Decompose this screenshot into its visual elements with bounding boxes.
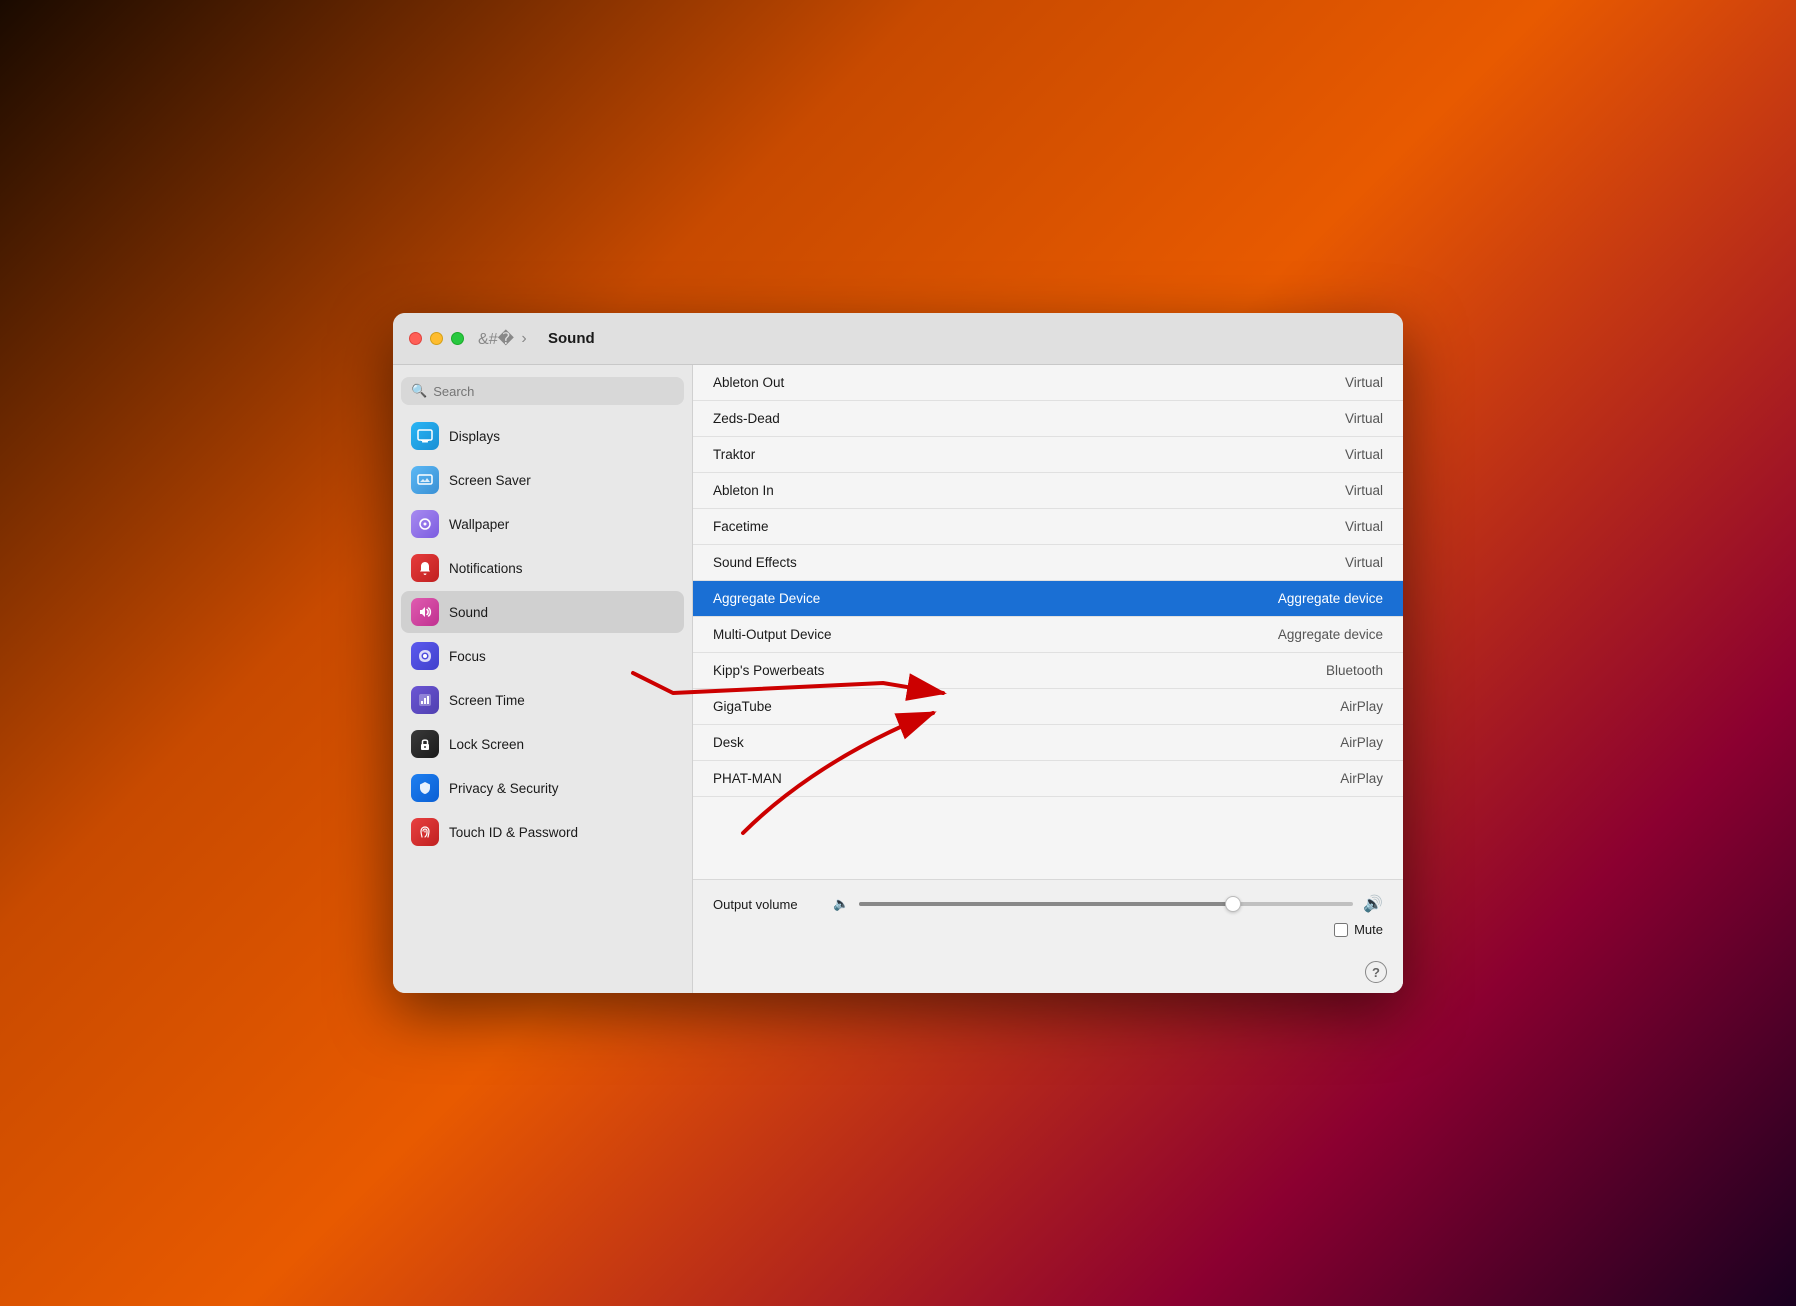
- device-row-gigatube[interactable]: GigaTube AirPlay: [693, 689, 1403, 725]
- volume-slider[interactable]: [859, 902, 1353, 906]
- screensaver-icon: [411, 466, 439, 494]
- volume-row: Output volume 🔈 🔊: [713, 894, 1383, 914]
- help-button[interactable]: ?: [1365, 961, 1387, 983]
- notifications-icon: [411, 554, 439, 582]
- device-type: Virtual: [1345, 555, 1383, 570]
- volume-high-icon: 🔊: [1363, 894, 1383, 914]
- search-icon: 🔍: [411, 383, 427, 399]
- device-row-facetime[interactable]: Facetime Virtual: [693, 509, 1403, 545]
- device-type: Virtual: [1345, 519, 1383, 534]
- device-type: Aggregate device: [1278, 627, 1383, 642]
- sidebar-label-sound: Sound: [449, 605, 488, 620]
- device-row-phatman[interactable]: PHAT-MAN AirPlay: [693, 761, 1403, 797]
- sidebar-label-notifications: Notifications: [449, 561, 523, 576]
- device-name: GigaTube: [713, 699, 1340, 714]
- device-name: Desk: [713, 735, 1340, 750]
- nav-buttons: &#� ›: [484, 327, 536, 351]
- back-button[interactable]: &#�: [484, 327, 508, 351]
- close-button[interactable]: [409, 332, 422, 345]
- content-area: 🔍 Displays Screen Saver: [393, 365, 1403, 993]
- device-type: Bluetooth: [1326, 663, 1383, 678]
- volume-thumb[interactable]: [1225, 896, 1241, 912]
- sidebar-label-screensaver: Screen Saver: [449, 473, 531, 488]
- wallpaper-icon: [411, 510, 439, 538]
- minimize-button[interactable]: [430, 332, 443, 345]
- device-row-desk[interactable]: Desk AirPlay: [693, 725, 1403, 761]
- device-name: Multi-Output Device: [713, 627, 1278, 642]
- device-type: Virtual: [1345, 411, 1383, 426]
- settings-window: &#� › Sound 🔍 Displays: [393, 313, 1403, 993]
- search-input[interactable]: [433, 384, 674, 399]
- device-row-aggregate[interactable]: Aggregate Device Aggregate device: [693, 581, 1403, 617]
- device-name: Traktor: [713, 447, 1345, 462]
- sidebar-item-screentime[interactable]: Screen Time: [401, 679, 684, 721]
- title-bar: &#� › Sound: [393, 313, 1403, 365]
- device-type: Virtual: [1345, 375, 1383, 390]
- sidebar-item-screensaver[interactable]: Screen Saver: [401, 459, 684, 501]
- sidebar-label-privacy: Privacy & Security: [449, 781, 559, 796]
- device-row-ableton-out[interactable]: Ableton Out Virtual: [693, 365, 1403, 401]
- sidebar-item-notifications[interactable]: Notifications: [401, 547, 684, 589]
- device-row-traktor[interactable]: Traktor Virtual: [693, 437, 1403, 473]
- displays-icon: [411, 422, 439, 450]
- forward-button[interactable]: ›: [512, 327, 536, 351]
- sidebar-label-focus: Focus: [449, 649, 486, 664]
- device-name: Ableton In: [713, 483, 1345, 498]
- sidebar-label-lockscreen: Lock Screen: [449, 737, 524, 752]
- device-type: AirPlay: [1340, 771, 1383, 786]
- sidebar-label-wallpaper: Wallpaper: [449, 517, 509, 532]
- sidebar-item-displays[interactable]: Displays: [401, 415, 684, 457]
- touchid-icon: [411, 818, 439, 846]
- device-list: Ableton Out Virtual Zeds-Dead Virtual Tr…: [693, 365, 1403, 879]
- device-name: PHAT-MAN: [713, 771, 1340, 786]
- focus-icon: [411, 642, 439, 670]
- volume-track: [859, 902, 1229, 906]
- privacy-icon: [411, 774, 439, 802]
- sound-icon: [411, 598, 439, 626]
- sidebar-item-sound[interactable]: Sound: [401, 591, 684, 633]
- device-type: AirPlay: [1340, 699, 1383, 714]
- volume-low-icon: 🔈: [833, 896, 849, 912]
- device-type: Aggregate device: [1278, 591, 1383, 606]
- device-row-sound-effects[interactable]: Sound Effects Virtual: [693, 545, 1403, 581]
- device-row-zeds-dead[interactable]: Zeds-Dead Virtual: [693, 401, 1403, 437]
- main-content: Ableton Out Virtual Zeds-Dead Virtual Tr…: [693, 365, 1403, 993]
- device-row-ableton-in[interactable]: Ableton In Virtual: [693, 473, 1403, 509]
- sidebar-item-wallpaper[interactable]: Wallpaper: [401, 503, 684, 545]
- screentime-icon: [411, 686, 439, 714]
- device-row-multi-output[interactable]: Multi-Output Device Aggregate device: [693, 617, 1403, 653]
- sidebar-label-touchid: Touch ID & Password: [449, 825, 578, 840]
- device-type: Virtual: [1345, 483, 1383, 498]
- mute-checkbox[interactable]: [1334, 923, 1348, 937]
- device-name: Aggregate Device: [713, 591, 1278, 606]
- sidebar-item-focus[interactable]: Focus: [401, 635, 684, 677]
- window-title: Sound: [548, 330, 595, 347]
- help-section: ?: [693, 951, 1403, 993]
- device-name: Zeds-Dead: [713, 411, 1345, 426]
- volume-section: Output volume 🔈 🔊 Mute: [693, 879, 1403, 951]
- sidebar-item-lockscreen[interactable]: Lock Screen: [401, 723, 684, 765]
- sidebar-item-privacy[interactable]: Privacy & Security: [401, 767, 684, 809]
- device-name: Kipp's Powerbeats: [713, 663, 1326, 678]
- sidebar-label-screentime: Screen Time: [449, 693, 525, 708]
- volume-label: Output volume: [713, 897, 823, 912]
- device-name: Sound Effects: [713, 555, 1345, 570]
- device-name: Ableton Out: [713, 375, 1345, 390]
- search-bar[interactable]: 🔍: [401, 377, 684, 405]
- device-type: Virtual: [1345, 447, 1383, 462]
- mute-row: Mute: [713, 922, 1383, 937]
- lockscreen-icon: [411, 730, 439, 758]
- device-type: AirPlay: [1340, 735, 1383, 750]
- mute-label: Mute: [1354, 922, 1383, 937]
- sidebar-item-touchid[interactable]: Touch ID & Password: [401, 811, 684, 853]
- device-row-powerbeats[interactable]: Kipp's Powerbeats Bluetooth: [693, 653, 1403, 689]
- sidebar: 🔍 Displays Screen Saver: [393, 365, 693, 993]
- maximize-button[interactable]: [451, 332, 464, 345]
- sidebar-label-displays: Displays: [449, 429, 500, 444]
- device-name: Facetime: [713, 519, 1345, 534]
